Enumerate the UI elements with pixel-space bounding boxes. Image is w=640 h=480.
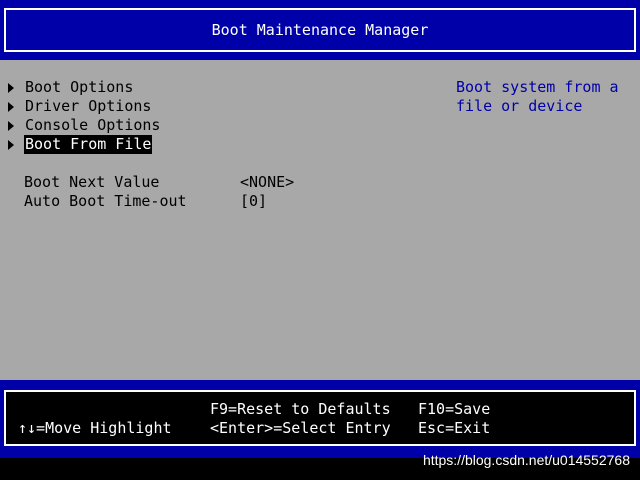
menu-item-boot-from-file[interactable]: Boot From File [0, 135, 440, 154]
watermark-text: https://blog.csdn.net/u014552768 [422, 452, 630, 468]
menu-item-label: Boot Options [25, 78, 134, 96]
boot-next-label: Boot Next Value [24, 173, 160, 191]
footer-frame: F9=Reset to Defaults F10=Save ↑↓=Move Hi… [4, 390, 636, 446]
submenu-arrow-icon [8, 83, 14, 93]
main-panel: Boot Options Driver Options Console Opti… [0, 60, 640, 380]
footer-select-entry: <Enter>=Select Entry [210, 419, 391, 437]
page-title: Boot Maintenance Manager [211, 21, 429, 39]
menu-item-label-selected: Boot From File [24, 135, 153, 154]
footer-reset-defaults: F9=Reset to Defaults [210, 400, 391, 418]
menu-item-label: Driver Options [25, 97, 152, 115]
submenu-arrow-icon [8, 140, 14, 150]
menu-item-boot-options[interactable]: Boot Options [0, 78, 440, 97]
footer-save: F10=Save [418, 400, 491, 418]
bios-screen: Boot Maintenance Manager Boot Options Dr… [0, 0, 640, 480]
help-text: Boot system from a file or device [456, 78, 619, 115]
auto-boot-timeout-label: Auto Boot Time-out [24, 192, 187, 210]
title-bar: Boot Maintenance Manager [0, 0, 640, 60]
menu-item-console-options[interactable]: Console Options [0, 116, 440, 135]
auto-boot-timeout-value[interactable]: [0] [240, 192, 267, 211]
submenu-arrow-icon [8, 102, 14, 112]
menu-item-driver-options[interactable]: Driver Options [0, 97, 440, 116]
footer-move-highlight: ↑↓=Move Highlight [18, 419, 172, 437]
boot-next-value[interactable]: <NONE> [240, 173, 294, 192]
footer-bar: F9=Reset to Defaults F10=Save ↑↓=Move Hi… [0, 380, 640, 458]
footer-exit: Esc=Exit [418, 419, 491, 437]
menu-item-label: Console Options [25, 116, 161, 134]
title-frame: Boot Maintenance Manager [4, 8, 636, 52]
submenu-arrow-icon [8, 121, 14, 131]
